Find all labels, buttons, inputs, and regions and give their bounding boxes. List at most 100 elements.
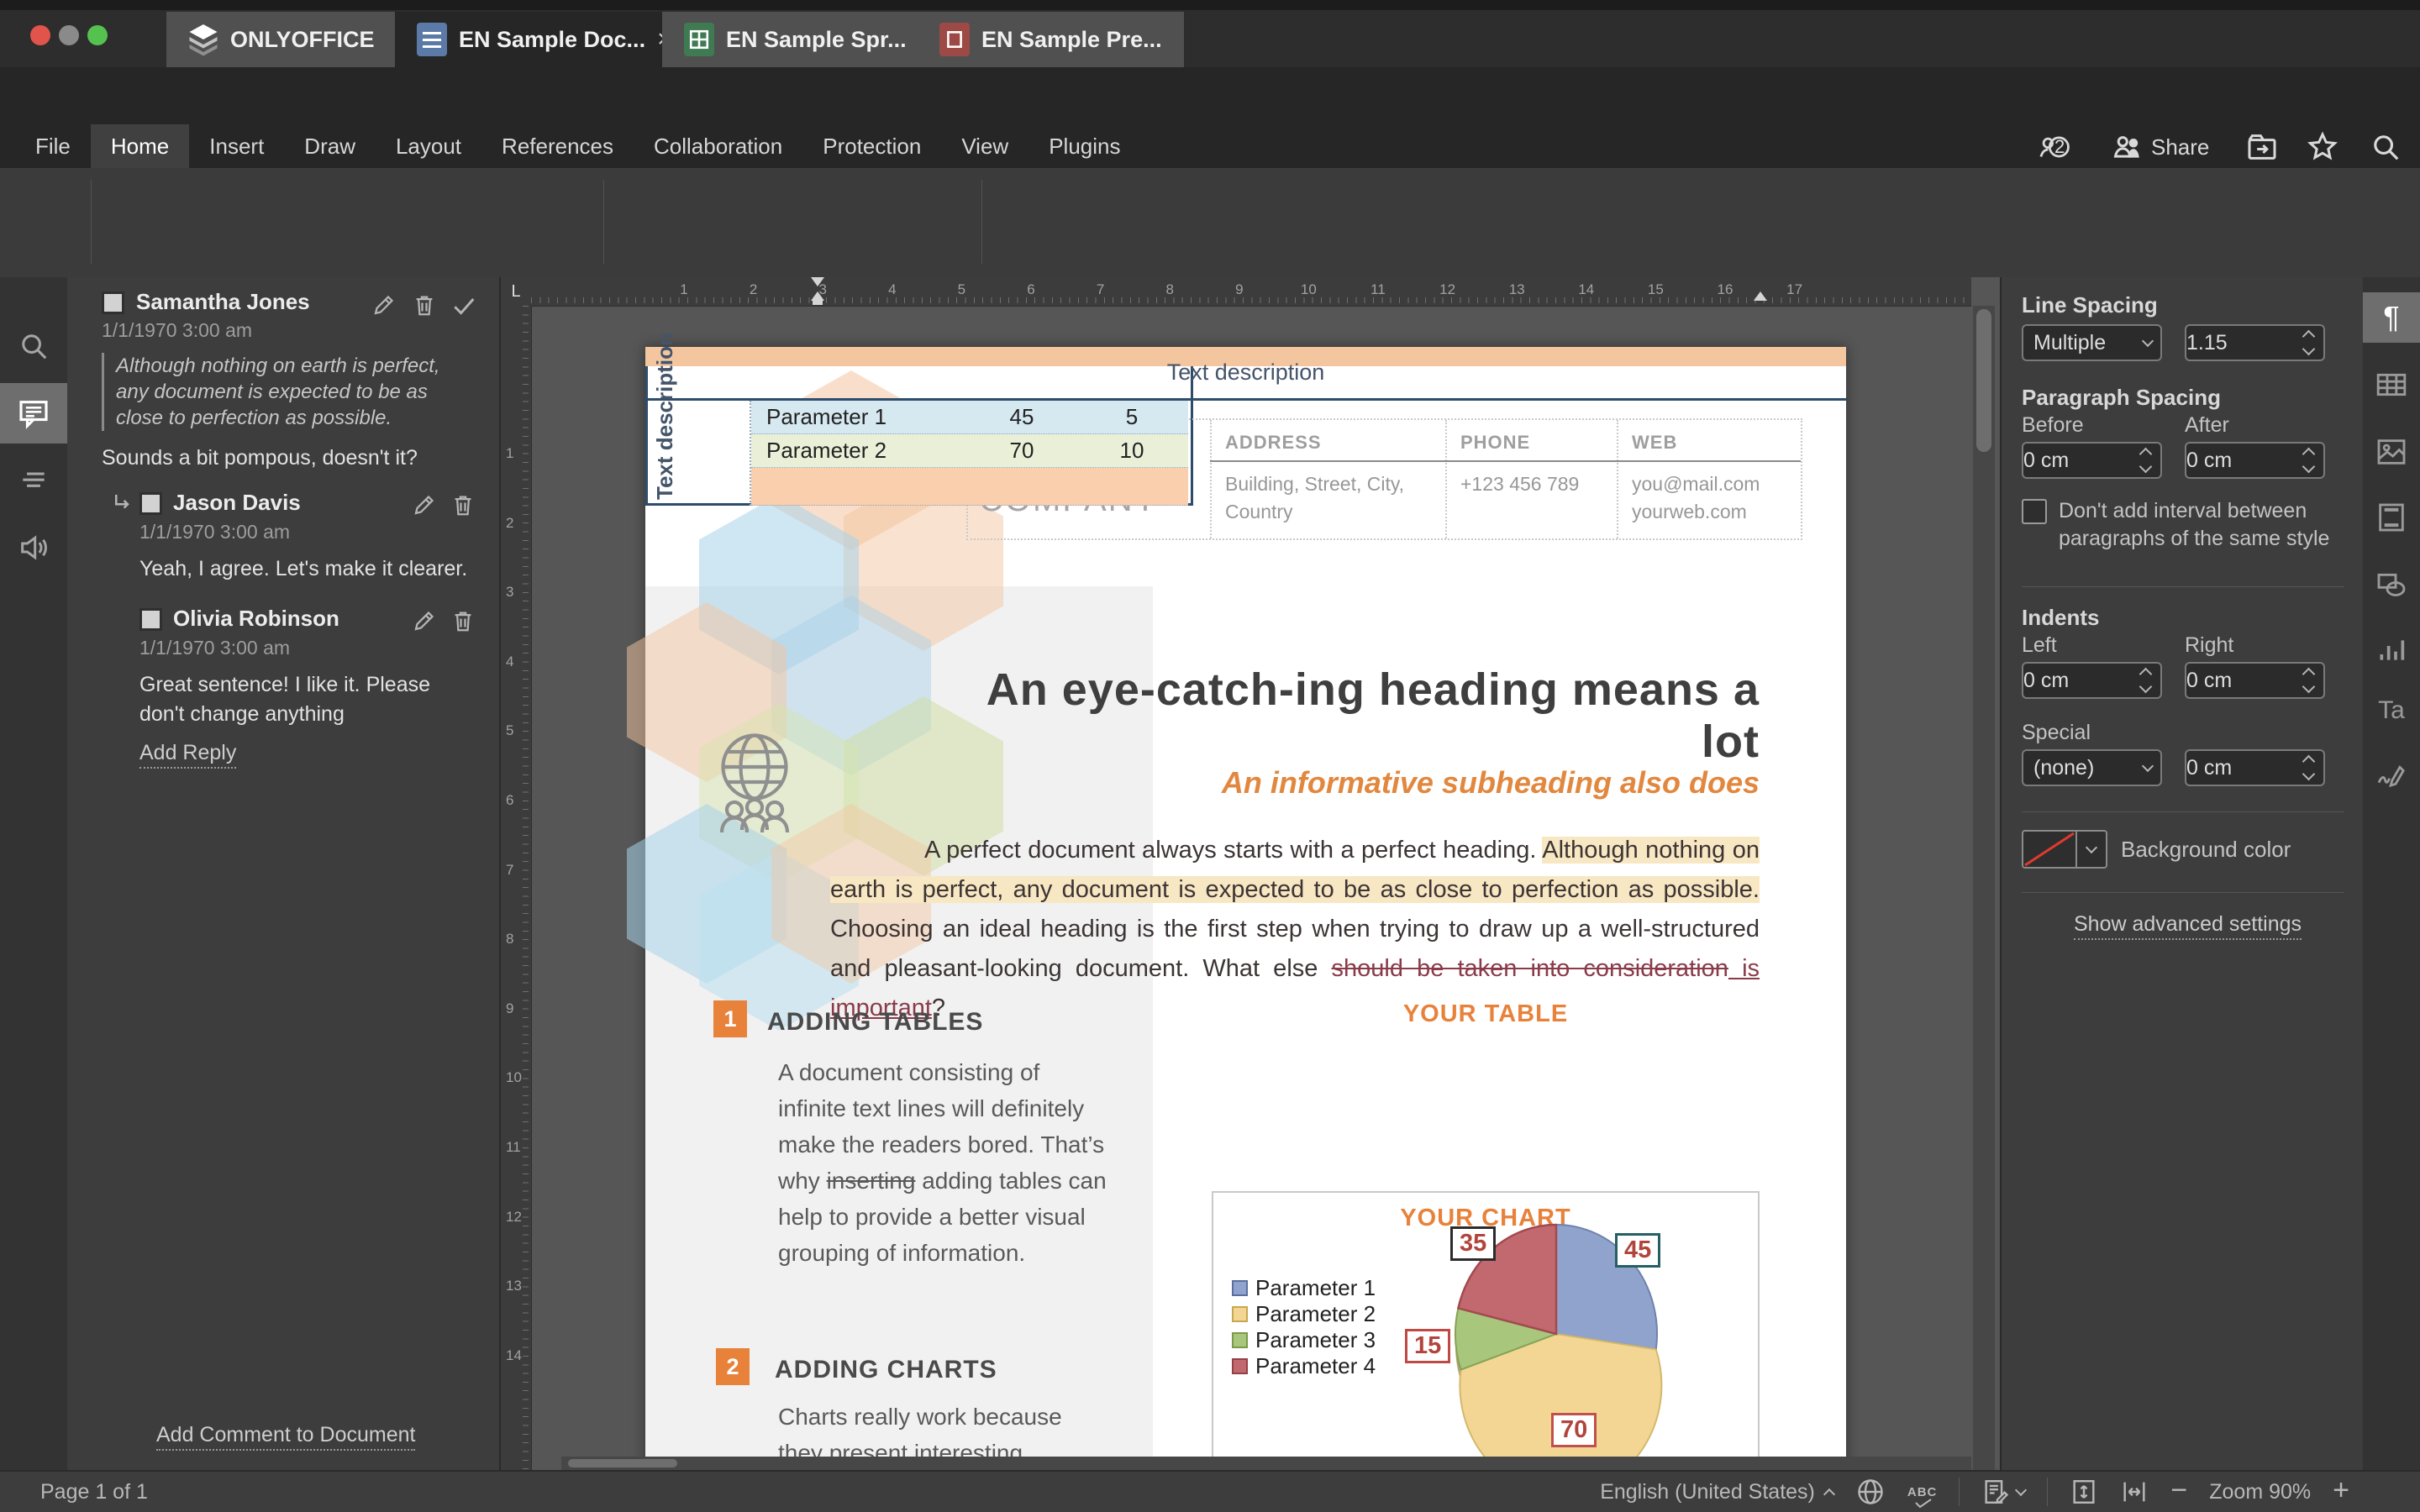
right-indent-marker[interactable] xyxy=(1754,291,1767,301)
document-subheading[interactable]: An informative subheading also does xyxy=(923,765,1760,801)
document-heading[interactable]: An eye-catch-ing heading means a lot xyxy=(923,664,1760,768)
resolve-comment-icon[interactable] xyxy=(450,292,477,319)
document-paragraph[interactable]: A perfect document always starts with a … xyxy=(830,831,1760,1028)
indent-right-input[interactable]: 0 cm xyxy=(2185,662,2325,699)
spinner[interactable] xyxy=(2304,669,2320,691)
your-table-title[interactable]: YOUR TABLE xyxy=(1212,1000,1760,1028)
background-color-dropdown[interactable] xyxy=(2077,830,2107,869)
dont-add-interval-label[interactable]: Don't add interval between paragraphs of… xyxy=(2059,497,2336,553)
spinner[interactable] xyxy=(2304,449,2320,471)
add-comment-link[interactable]: Add Comment to Document xyxy=(156,1423,415,1451)
horizontal-scrollbar-thumb[interactable] xyxy=(568,1459,677,1467)
zoom-out-button[interactable]: − xyxy=(2170,1474,2187,1507)
active-users-button[interactable]: 2 xyxy=(2038,128,2071,166)
section1-body[interactable]: A document consisting of infinite text l… xyxy=(778,1054,1107,1271)
line-spacing-number[interactable]: 1.15 xyxy=(2185,324,2325,361)
spinner[interactable] xyxy=(2141,449,2157,471)
page-indicator[interactable]: Page 1 of 1 xyxy=(40,1480,148,1504)
menu-protection[interactable]: Protection xyxy=(802,124,941,168)
table-row[interactable]: Parameter 2 70 10 xyxy=(751,434,1188,468)
horizontal-scrollbar[interactable] xyxy=(561,1457,1971,1470)
tab-spreadsheet[interactable]: EN Sample Spr... xyxy=(662,12,930,67)
tab-stop-selector[interactable]: L xyxy=(501,277,532,307)
horizontal-ruler[interactable]: 1234567891011121314151617 xyxy=(531,277,1971,307)
line-spacing-select[interactable]: Multiple xyxy=(2022,324,2162,361)
menu-view[interactable]: View xyxy=(941,124,1028,168)
menu-collaboration[interactable]: Collaboration xyxy=(634,124,802,168)
delete-comment2-icon[interactable] xyxy=(450,608,476,633)
document-table[interactable]: Text description Text description Parame… xyxy=(645,347,1193,506)
find-button[interactable] xyxy=(0,316,67,376)
chart-settings-tab[interactable] xyxy=(2363,625,2420,675)
tab-presentation[interactable]: EN Sample Pre... xyxy=(918,12,1186,67)
legend-swatch xyxy=(1232,1358,1248,1374)
document-chart[interactable]: YOUR CHART Parameter 1 Parameter 2 Param… xyxy=(1212,1191,1760,1462)
share-button[interactable]: Share xyxy=(2111,128,2209,166)
dont-add-interval-checkbox[interactable] xyxy=(2022,499,2047,524)
navigation-headings-button[interactable] xyxy=(0,450,67,511)
section1-title[interactable]: ADDING TABLES xyxy=(767,1008,983,1037)
section2-title[interactable]: ADDING CHARTS xyxy=(775,1356,997,1384)
paragraph-settings-tab[interactable]: ¶ xyxy=(2363,292,2420,343)
document-page[interactable]: YOUR COMPANY ADDRESS PHONE WEB Building,… xyxy=(645,347,1846,1470)
background-color-control[interactable] xyxy=(2022,830,2107,869)
fit-to-page-button[interactable] xyxy=(2070,1478,2098,1506)
comments-panel-button[interactable] xyxy=(0,383,67,444)
delete-comment-icon[interactable] xyxy=(412,292,437,318)
menu-insert[interactable]: Insert xyxy=(189,124,284,168)
vertical-ruler[interactable]: 1234567891011121314 xyxy=(501,306,532,1470)
special-number-input[interactable]: 0 cm xyxy=(2185,749,2325,786)
tab-home[interactable]: ONLYOFFICE xyxy=(166,12,398,67)
signature-settings-tab[interactable] xyxy=(2363,748,2420,798)
close-window-button[interactable] xyxy=(30,25,50,45)
language-selector[interactable]: English (United States) xyxy=(1600,1480,1833,1504)
table-settings-tab[interactable] xyxy=(2363,360,2420,410)
show-advanced-settings-link[interactable]: Show advanced settings xyxy=(2074,912,2302,940)
header-footer-settings-tab[interactable] xyxy=(2363,492,2420,543)
indent-left-input[interactable]: 0 cm xyxy=(2022,662,2162,699)
spell-checking-button[interactable]: ABC xyxy=(1907,1485,1938,1499)
shape-settings-tab[interactable] xyxy=(2363,559,2420,610)
menu-plugins[interactable]: Plugins xyxy=(1028,124,1140,168)
set-document-language-button[interactable] xyxy=(1855,1477,1886,1507)
special-select[interactable]: (none) xyxy=(2022,749,2162,786)
spacing-after-input[interactable]: 0 cm xyxy=(2185,442,2325,479)
spinner[interactable] xyxy=(2304,332,2320,354)
tab-document[interactable]: EN Sample Doc... × xyxy=(395,12,696,67)
add-reply-link[interactable]: Add Reply xyxy=(139,741,236,769)
spacing-before-input[interactable]: 0 cm xyxy=(2022,442,2162,479)
table-column-header[interactable]: Text description xyxy=(645,347,1193,401)
zoom-in-button[interactable]: + xyxy=(2333,1474,2349,1507)
menu-file[interactable]: File xyxy=(15,124,91,168)
document-canvas[interactable]: YOUR COMPANY ADDRESS PHONE WEB Building,… xyxy=(531,306,1971,1470)
table-row[interactable]: Parameter 1 45 5 xyxy=(751,401,1188,434)
feedback-support-button[interactable] xyxy=(0,517,67,578)
menu-home[interactable]: Home xyxy=(91,124,189,168)
zoom-window-button[interactable] xyxy=(87,25,108,45)
track-changes-button[interactable] xyxy=(1981,1478,2025,1506)
edit-comment2-icon[interactable] xyxy=(412,608,437,633)
table-row[interactable] xyxy=(751,468,1188,506)
vertical-scrollbar-thumb[interactable] xyxy=(1976,309,1991,452)
favorite-star-icon[interactable] xyxy=(2306,128,2339,166)
text-art-settings-tab[interactable]: Ta xyxy=(2363,685,2420,736)
zoom-level[interactable]: Zoom 90% xyxy=(2209,1480,2311,1504)
edit-reply-icon[interactable] xyxy=(412,492,437,517)
image-settings-tab[interactable] xyxy=(2363,427,2420,477)
fit-to-width-button[interactable] xyxy=(2120,1478,2149,1506)
table-rotated-row-header[interactable]: Text description xyxy=(645,401,751,506)
menu-references[interactable]: References xyxy=(481,124,634,168)
background-color-swatch[interactable] xyxy=(2022,830,2077,869)
spinner[interactable] xyxy=(2304,757,2320,779)
edit-comment-icon[interactable] xyxy=(371,292,397,318)
left-indent-marker[interactable] xyxy=(813,301,823,305)
open-file-location-button[interactable] xyxy=(2245,128,2279,166)
vertical-scrollb ar[interactable] xyxy=(1973,306,1995,1470)
minimize-window-button[interactable] xyxy=(59,25,79,45)
spinner[interactable] xyxy=(2141,669,2157,691)
search-button[interactable] xyxy=(2370,128,2402,166)
spacing-after-value: 0 cm xyxy=(2186,449,2232,473)
delete-reply-icon[interactable] xyxy=(450,492,476,517)
menu-layout[interactable]: Layout xyxy=(376,124,481,168)
menu-draw[interactable]: Draw xyxy=(284,124,376,168)
